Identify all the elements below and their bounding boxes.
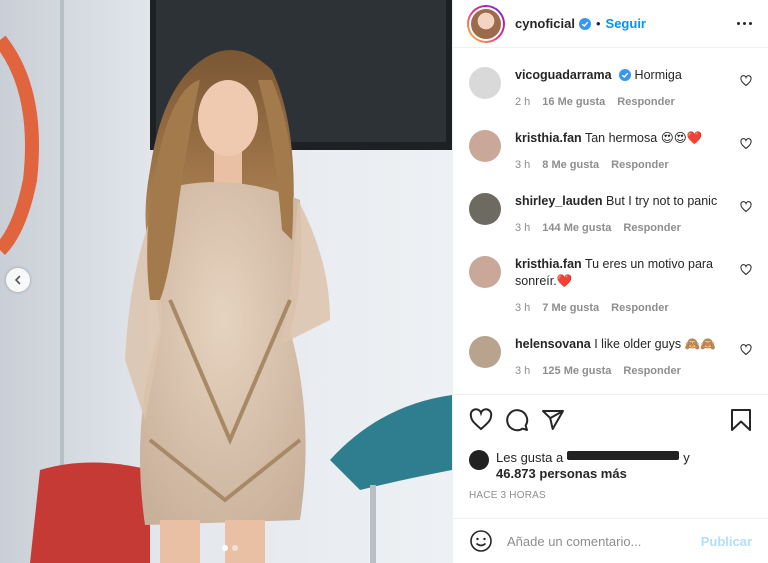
carousel-indicator — [222, 545, 238, 551]
comment-emojis: 😍😍❤️ — [660, 131, 703, 145]
comment-icon[interactable] — [505, 408, 529, 432]
comment-username[interactable]: kristhia.fan — [515, 257, 582, 271]
comment-likes[interactable]: 7 Me gusta — [542, 300, 599, 317]
comment-time[interactable]: 3 h — [515, 220, 530, 237]
avatar[interactable] — [469, 450, 489, 470]
previous-photo-button[interactable] — [6, 268, 30, 292]
comment-time[interactable]: 3 h — [515, 363, 530, 380]
photo-image — [0, 0, 452, 563]
author-username[interactable]: cynoficial — [515, 16, 575, 31]
comment-text: Hormiga — [634, 68, 682, 82]
comment-time[interactable]: 2 h — [515, 94, 530, 111]
verified-icon — [619, 69, 632, 81]
comment-username[interactable]: helensovana — [515, 337, 591, 351]
post-actions: Les gusta a y 46.873 personas más HACE 3 … — [453, 394, 768, 501]
more-icon[interactable] — [737, 22, 752, 25]
avatar[interactable] — [469, 130, 501, 162]
comment-likes[interactable]: 125 Me gusta — [542, 363, 611, 380]
comment-username[interactable]: shirley_lauden — [515, 194, 603, 208]
likes-prefix: Les gusta a — [496, 450, 564, 465]
comment-item: shirley_lauden But I try not to panic 3 … — [469, 174, 752, 237]
post-side-panel: cynoficial • Seguir vicoguadarrama Hormi… — [452, 0, 768, 563]
reply-button[interactable]: Responder — [611, 157, 668, 174]
follow-button[interactable]: Seguir — [606, 16, 646, 31]
comment-emojis: ❤️ — [556, 274, 573, 288]
comment-input[interactable] — [507, 533, 701, 549]
heart-icon[interactable] — [740, 138, 752, 150]
add-comment-bar: Publicar — [453, 518, 768, 563]
avatar[interactable] — [469, 193, 501, 225]
likes-summary: Les gusta a y 46.873 personas más — [469, 450, 752, 482]
reply-button[interactable]: Responder — [623, 220, 680, 237]
author-avatar[interactable] — [467, 4, 505, 43]
header-separator: • — [595, 16, 601, 31]
comment-time[interactable]: 3 h — [515, 300, 530, 317]
carousel-dot — [222, 545, 228, 551]
reply-button[interactable]: Responder — [623, 363, 680, 380]
comment-text: But I try not to panic — [606, 194, 718, 208]
post-timestamp[interactable]: HACE 3 HORAS — [469, 490, 752, 501]
redacted-username — [567, 451, 680, 460]
post-header: cynoficial • Seguir — [453, 0, 768, 48]
heart-icon[interactable] — [740, 344, 752, 356]
avatar[interactable] — [469, 67, 501, 99]
heart-icon[interactable] — [740, 201, 752, 213]
comments-list[interactable]: vicoguadarrama Hormiga 2 h 16 Me gusta R… — [453, 48, 768, 394]
comment-time[interactable]: 3 h — [515, 157, 530, 174]
comment-item: kristhia.fan Tan hermosa 😍😍❤️ 3 h 8 Me g… — [469, 111, 752, 174]
post-photo — [0, 0, 452, 563]
comment-username[interactable]: vicoguadarrama — [515, 68, 612, 82]
comment-item: kristhia.fan Tu eres un motivo para sonr… — [469, 237, 752, 317]
likes-suffix: y — [683, 450, 690, 465]
reply-button[interactable]: Responder — [611, 300, 668, 317]
publish-button[interactable]: Publicar — [701, 534, 752, 549]
avatar[interactable] — [469, 256, 501, 288]
bookmark-icon[interactable] — [730, 408, 752, 432]
chevron-left-icon — [14, 275, 21, 285]
comment-item: helensovana I like older guys 🙈🙈 3 h 125… — [469, 317, 752, 380]
share-icon[interactable] — [541, 408, 565, 432]
comment-emojis: 🙈🙈 — [684, 337, 716, 351]
carousel-dot — [232, 545, 238, 551]
likes-count[interactable]: 46.873 personas más — [496, 466, 627, 481]
avatar[interactable] — [469, 336, 501, 368]
verified-icon — [578, 17, 591, 30]
comment-item: vicoguadarrama Hormiga 2 h 16 Me gusta R… — [469, 48, 752, 111]
reply-button[interactable]: Responder — [617, 94, 674, 111]
heart-icon[interactable] — [740, 264, 752, 276]
comment-username[interactable]: kristhia.fan — [515, 131, 582, 145]
comment-text: I like older guys — [594, 337, 682, 351]
heart-icon[interactable] — [740, 75, 752, 87]
emoji-icon[interactable] — [469, 529, 493, 553]
comment-likes[interactable]: 144 Me gusta — [542, 220, 611, 237]
comment-likes[interactable]: 16 Me gusta — [542, 94, 605, 111]
heart-icon[interactable] — [469, 408, 493, 432]
comment-text: Tan hermosa — [584, 131, 658, 145]
comment-likes[interactable]: 8 Me gusta — [542, 157, 599, 174]
